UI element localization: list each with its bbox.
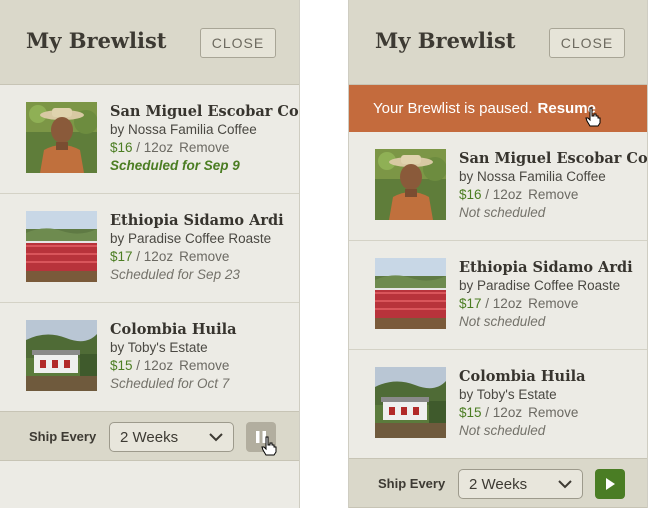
hand-cursor-icon — [261, 436, 277, 456]
paused-banner: Your Brewlist is paused. Resume — [349, 85, 647, 132]
schedule-status: Not scheduled — [459, 205, 546, 220]
brewlist-item: San Miguel Escobar Co by Nossa Familia C… — [0, 85, 299, 194]
roaster-name: by Toby's Estate — [110, 340, 208, 355]
size: / 12oz — [136, 140, 174, 155]
roaster-name: by Paradise Coffee Roaste — [459, 278, 621, 293]
coffee-thumbnail[interactable] — [375, 258, 446, 329]
brewlist-item: San Miguel Escobar Co by Nossa Familia C… — [349, 132, 648, 241]
close-button[interactable]: CLOSE — [200, 28, 276, 58]
frequency-select[interactable]: 2 Weeks — [458, 469, 583, 499]
chevron-down-icon — [558, 480, 572, 489]
price: $17 — [110, 249, 133, 264]
brewlist-panel-paused: My Brewlist CLOSE Your Brewlist is pause… — [348, 0, 648, 508]
brewlist-panel-active: My Brewlist CLOSE San Miguel Escobar Co … — [0, 0, 300, 508]
size: / 12oz — [136, 358, 174, 373]
price: $16 — [459, 187, 482, 202]
size: / 12oz — [485, 405, 523, 420]
ship-frequency-bar: Ship Every 2 Weeks — [349, 458, 647, 508]
coffee-thumbnail[interactable] — [26, 211, 97, 282]
schedule-status: Not scheduled — [459, 423, 546, 438]
coffee-name[interactable]: San Miguel Escobar Co — [110, 102, 299, 121]
play-icon — [606, 478, 615, 490]
brewlist-item: Colombia Huila by Toby's Estate $15 / 12… — [0, 303, 299, 412]
frequency-value: 2 Weeks — [469, 475, 528, 493]
ship-frequency-bar: Ship Every 2 Weeks — [0, 411, 299, 461]
coffee-name[interactable]: Colombia Huila — [459, 367, 639, 386]
coffee-name[interactable]: Ethiopia Sidamo Ardi — [459, 258, 639, 277]
paused-message: Your Brewlist is paused. — [373, 100, 533, 117]
remove-link[interactable]: Remove — [528, 296, 578, 311]
coffee-thumbnail[interactable] — [26, 102, 97, 173]
hand-cursor-icon — [585, 107, 601, 127]
remove-link[interactable]: Remove — [179, 358, 229, 373]
panel-header: My Brewlist CLOSE — [0, 0, 299, 85]
remove-link[interactable]: Remove — [179, 140, 229, 155]
roaster-name: by Nossa Familia Coffee — [459, 169, 606, 184]
panel-title: My Brewlist — [375, 28, 516, 53]
roaster-name: by Paradise Coffee Roaste — [110, 231, 272, 246]
resume-play-button[interactable] — [595, 469, 625, 499]
panel-title: My Brewlist — [26, 28, 167, 53]
coffee-thumbnail[interactable] — [26, 320, 97, 391]
panel-header: My Brewlist CLOSE — [349, 0, 647, 85]
ship-every-label: Ship Every — [29, 429, 97, 444]
coffee-name[interactable]: Ethiopia Sidamo Ardi — [110, 211, 291, 230]
brewlist-item: Ethiopia Sidamo Ardi by Paradise Coffee … — [349, 241, 647, 350]
coffee-name[interactable]: Colombia Huila — [110, 320, 291, 339]
coffee-thumbnail[interactable] — [375, 367, 446, 438]
price: $17 — [459, 296, 482, 311]
remove-link[interactable]: Remove — [528, 405, 578, 420]
close-button[interactable]: CLOSE — [549, 28, 625, 58]
brewlist-item: Colombia Huila by Toby's Estate $15 / 12… — [349, 350, 647, 459]
frequency-value: 2 Weeks — [120, 428, 179, 446]
schedule-status: Not scheduled — [459, 314, 546, 329]
coffee-name[interactable]: San Miguel Escobar Co — [459, 149, 648, 168]
remove-link[interactable]: Remove — [528, 187, 578, 202]
size: / 12oz — [136, 249, 174, 264]
price: $15 — [110, 358, 133, 373]
remove-link[interactable]: Remove — [179, 249, 229, 264]
size: / 12oz — [485, 296, 523, 311]
size: / 12oz — [485, 187, 523, 202]
frequency-select[interactable]: 2 Weeks — [109, 422, 234, 452]
roaster-name: by Nossa Familia Coffee — [110, 122, 257, 137]
schedule-status: Scheduled for Oct 7 — [110, 376, 230, 391]
coffee-thumbnail[interactable] — [375, 149, 446, 220]
schedule-status: Scheduled for Sep 23 — [110, 267, 240, 282]
price: $15 — [459, 405, 482, 420]
ship-every-label: Ship Every — [378, 476, 446, 491]
brewlist-item: Ethiopia Sidamo Ardi by Paradise Coffee … — [0, 194, 299, 303]
chevron-down-icon — [209, 433, 223, 442]
schedule-status: Scheduled for Sep 9 — [110, 158, 240, 173]
price: $16 — [110, 140, 133, 155]
roaster-name: by Toby's Estate — [459, 387, 557, 402]
